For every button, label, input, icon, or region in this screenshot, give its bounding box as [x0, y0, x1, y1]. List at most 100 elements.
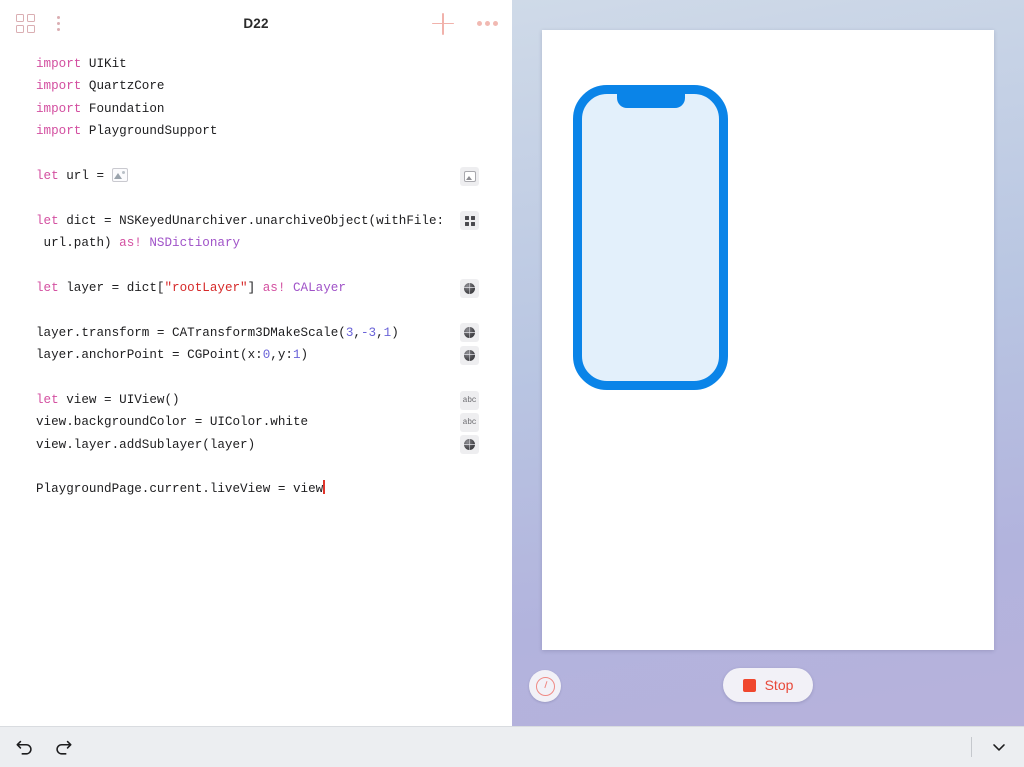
live-view-canvas [542, 30, 994, 650]
code-line [0, 299, 512, 321]
image-badge-icon [464, 171, 476, 182]
grid-badge-icon [465, 216, 475, 226]
toolbar-right-group [430, 11, 500, 37]
code-token: -3 [361, 326, 376, 340]
result-badge-dictionary[interactable] [460, 211, 479, 230]
bottom-toolbar [0, 726, 1024, 767]
list-icon-shape [57, 16, 77, 32]
stop-square-icon [743, 679, 756, 692]
toolbar-divider [971, 737, 972, 757]
undo-icon[interactable] [14, 737, 36, 757]
sphere-badge-icon [464, 350, 475, 361]
result-badge-text[interactable]: abc [460, 413, 479, 432]
chevron-down-icon[interactable] [988, 737, 1010, 757]
code-token: import [36, 124, 89, 138]
code-token: 1 [293, 348, 301, 362]
code-token: ,y: [270, 348, 293, 362]
live-view-controls: Stop [512, 670, 1024, 712]
result-badge-object[interactable] [460, 435, 479, 454]
result-badge-object[interactable] [460, 279, 479, 298]
code-line: layer.anchorPoint = CGPoint(x:0,y:1) [0, 344, 512, 366]
toolbar-left-group [12, 11, 80, 37]
result-badge-label: abc [463, 418, 477, 427]
code-token: ) [301, 348, 309, 362]
editor-toolbar: D22 [0, 0, 512, 47]
code-token: url.path) [36, 236, 119, 250]
code-line [0, 366, 512, 388]
code-token: CALayer [293, 281, 346, 295]
code-line: view.layer.addSublayer(layer) [0, 434, 512, 456]
code-token: layer.transform = CATransform3DMakeScale… [36, 326, 346, 340]
code-line: url.path) as! NSDictionary [0, 232, 512, 254]
code-token: import [36, 57, 89, 71]
code-line [0, 456, 512, 478]
list-view-icon[interactable] [54, 11, 80, 37]
bottom-right-group [971, 737, 1010, 757]
code-token: let [36, 169, 66, 183]
swift-playgrounds-window: D22 import UIKitimport QuartzCoreimport … [0, 0, 1024, 767]
code-token: view.backgroundColor = UIColor.white [36, 415, 308, 429]
iphone-notch-shape [617, 93, 685, 108]
execution-speed-button[interactable] [529, 670, 561, 702]
more-options-icon[interactable] [474, 11, 500, 37]
code-token: dict = NSKeyedUnarchiver.unarchiveObject… [66, 214, 444, 228]
plus-icon-shape [432, 13, 454, 35]
speedometer-icon [536, 677, 555, 696]
code-line [0, 143, 512, 165]
code-token: PlaygroundPage.current.liveView = view [36, 482, 323, 496]
iphone-outline-shape [573, 85, 728, 390]
code-token: view.layer.addSublayer(layer) [36, 438, 255, 452]
code-line [0, 187, 512, 209]
text-cursor [323, 480, 324, 494]
code-line: import QuartzCore [0, 75, 512, 97]
code-line: import UIKit [0, 53, 512, 75]
code-token: UIKit [89, 57, 127, 71]
code-token: ) [391, 326, 399, 340]
code-token: , [376, 326, 384, 340]
code-line: let dict = NSKeyedUnarchiver.unarchiveOb… [0, 210, 512, 232]
sphere-badge-icon [464, 327, 475, 338]
code-token: layer.anchorPoint = CGPoint(x: [36, 348, 263, 362]
redo-icon[interactable] [52, 737, 74, 757]
image-literal-icon[interactable] [112, 168, 128, 182]
code-token: layer = dict[ [66, 281, 164, 295]
code-line: PlaygroundPage.current.liveView = view [0, 478, 512, 500]
grid-view-icon[interactable] [12, 11, 38, 37]
code-token: let [36, 281, 66, 295]
code-token: as! [263, 281, 293, 295]
more-icon-shape [477, 21, 498, 26]
stop-button[interactable]: Stop [723, 668, 813, 702]
code-token: "rootLayer" [164, 281, 247, 295]
result-badge-image[interactable] [460, 167, 479, 186]
code-token: import [36, 79, 89, 93]
code-token: url = [66, 169, 111, 183]
grid-icon-shape [16, 14, 35, 33]
code-line [0, 255, 512, 277]
live-view-pane: Stop [512, 0, 1024, 726]
code-token: view = UIView() [66, 393, 179, 407]
code-line: let layer = dict["rootLayer"] as! CALaye… [0, 277, 512, 299]
code-token: , [353, 326, 361, 340]
code-token: QuartzCore [89, 79, 165, 93]
code-token: let [36, 393, 66, 407]
code-token: PlaygroundSupport [89, 124, 217, 138]
code-line: import Foundation [0, 98, 512, 120]
code-editor-pane: D22 import UIKitimport QuartzCoreimport … [0, 0, 512, 726]
code-line: let view = UIView() [0, 389, 512, 411]
code-line: let url = [0, 165, 512, 187]
result-badge-object[interactable] [460, 323, 479, 342]
code-token: let [36, 214, 66, 228]
code-line: view.backgroundColor = UIColor.white [0, 411, 512, 433]
result-badge-object[interactable] [460, 346, 479, 365]
bottom-left-group [14, 737, 74, 757]
stop-button-label: Stop [765, 677, 794, 693]
code-token: Foundation [89, 102, 165, 116]
result-badge-text[interactable]: abc [460, 391, 479, 410]
code-line: import PlaygroundSupport [0, 120, 512, 142]
code-token: as! [119, 236, 149, 250]
code-text-area[interactable]: import UIKitimport QuartzCoreimport Foun… [0, 47, 512, 726]
plus-icon[interactable] [430, 11, 456, 37]
sphere-badge-icon [464, 439, 475, 450]
sphere-badge-icon [464, 283, 475, 294]
code-token: NSDictionary [149, 236, 240, 250]
